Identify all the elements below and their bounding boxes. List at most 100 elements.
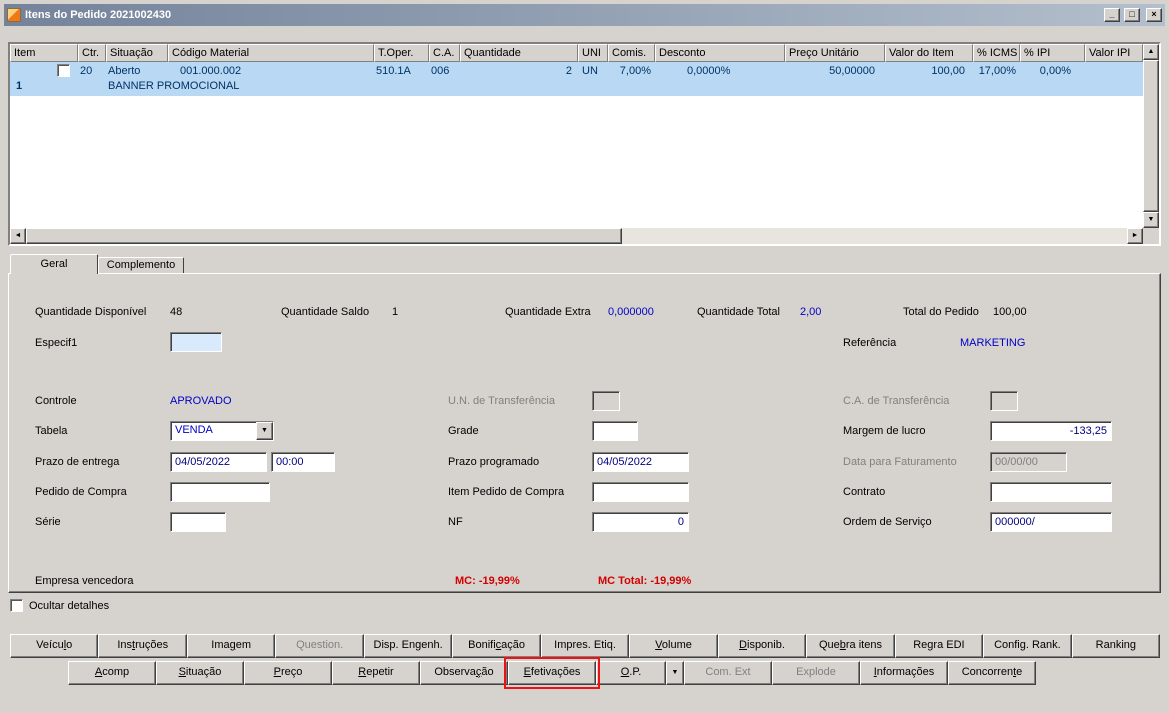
item-pedido-de-compra-field[interactable] [592, 482, 689, 502]
horizontal-scroll-thumb[interactable] [26, 228, 622, 244]
chevron-down-icon[interactable]: ▼ [256, 422, 273, 440]
prazo-programado-field[interactable] [592, 452, 689, 472]
label-data-para-faturamento: Data para Faturamento [843, 456, 957, 468]
prazo-de-entrega-date-field[interactable] [170, 452, 267, 472]
instrucoes-button[interactable]: Instruções [98, 634, 187, 658]
value-quantidade-disponivel: 48 [170, 306, 183, 318]
col-header-quantidade[interactable]: Quantidade [460, 44, 578, 62]
col-header-ipi[interactable]: % IPI [1020, 44, 1085, 62]
config-rank-button[interactable]: Config. Rank. [983, 634, 1072, 658]
label-tabela: Tabela [35, 425, 68, 437]
cell-item-number: 1 [16, 80, 23, 92]
disp-engenh-button[interactable]: Disp. Engenh. [363, 634, 453, 658]
app-icon[interactable] [7, 8, 21, 22]
prazo-de-entrega-time-field[interactable] [271, 452, 335, 472]
ranking-button[interactable]: Ranking [1071, 634, 1161, 658]
scroll-down-icon[interactable]: ▼ [1143, 212, 1159, 228]
especif1-field[interactable] [170, 332, 222, 352]
explode-button: Explode [772, 661, 860, 685]
pedido-de-compra-field[interactable] [170, 482, 270, 502]
col-header-ca[interactable]: C.A. [429, 44, 460, 62]
col-header-codigo-material[interactable]: Código Material [168, 44, 374, 62]
label-quantidade-extra: Quantidade Extra [505, 306, 591, 318]
col-header-uni[interactable]: UNI [578, 44, 608, 62]
titlebar: Itens do Pedido 2021002430 _ □ × [4, 4, 1165, 26]
com-ext-button: Com. Ext [684, 661, 772, 685]
item-checkbox[interactable] [57, 64, 70, 77]
ordem-de-servico-field[interactable] [990, 512, 1112, 532]
col-header-desconto[interactable]: Desconto [655, 44, 785, 62]
cell-ipi: 0,00% [1039, 65, 1071, 77]
label-margem-de-lucro: Margem de lucro [843, 425, 926, 437]
acomp-button[interactable]: Acomp [68, 661, 156, 685]
imagem-button[interactable]: Imagem [186, 634, 276, 658]
op-dropdown-icon[interactable]: ▼ [666, 661, 684, 685]
informacoes-button[interactable]: Informações [860, 661, 948, 685]
tab-geral[interactable]: Geral [10, 254, 98, 274]
cell-quantidade: 2 [565, 65, 572, 77]
col-header-preco-unitario[interactable]: Preço Unitário [785, 44, 885, 62]
minimize-button[interactable]: _ [1104, 8, 1120, 22]
col-header-valor-do-item[interactable]: Valor do Item [885, 44, 973, 62]
volume-button[interactable]: Volume [629, 634, 718, 658]
vertical-scrollbar[interactable]: ▲ ▼ [1143, 44, 1159, 228]
scroll-right-icon[interactable]: ► [1127, 228, 1143, 244]
value-quantidade-saldo: 1 [392, 306, 399, 318]
value-quantidade-total: 2,00 [800, 306, 822, 318]
button-row-1: Veículo Instruções Imagem Question. Disp… [10, 634, 1161, 658]
label-referencia: Referência [843, 337, 897, 349]
label-prazo-programado: Prazo programado [448, 456, 540, 468]
regra-edi-button[interactable]: Regra EDI [894, 634, 984, 658]
repetir-button[interactable]: Repetir [332, 661, 420, 685]
items-grid: Item Ctr. Situação Código Material T.Ope… [8, 42, 1161, 246]
tabela-selected-value: VENDA [175, 424, 213, 436]
tab-complemento[interactable]: Complemento [98, 257, 184, 273]
col-header-situacao[interactable]: Situação [106, 44, 168, 62]
col-header-icms[interactable]: % ICMS [973, 44, 1020, 62]
value-total-do-pedido: 100,00 [993, 306, 1027, 318]
cell-descricao: BANNER PROMOCIONAL [108, 80, 240, 92]
col-header-ctr[interactable]: Ctr. [78, 44, 106, 62]
label-total-do-pedido: Total do Pedido [903, 306, 979, 318]
margem-de-lucro-field[interactable] [990, 421, 1112, 441]
table-row[interactable]: 20 Aberto 001.000.002 510.1A 006 2 UN 7,… [10, 62, 1143, 96]
window-title: Itens do Pedido 2021002430 [25, 9, 172, 21]
quebra-itens-button[interactable]: Quebra itens [806, 634, 895, 658]
label-ca-transferencia: C.A. de Transferência [843, 395, 950, 407]
scroll-left-icon[interactable]: ◄ [10, 228, 26, 244]
label-quantidade-disponivel: Quantidade Disponível [35, 306, 147, 318]
bonificacao-button[interactable]: Bonificação [452, 634, 541, 658]
cell-preco-unitario: 50,00000 [829, 65, 875, 77]
veiculo-button[interactable]: Veículo [10, 634, 99, 658]
tabela-combobox[interactable]: VENDA ▼ [170, 421, 274, 441]
scroll-up-icon[interactable]: ▲ [1143, 44, 1159, 60]
nf-field[interactable] [592, 512, 689, 532]
vertical-scroll-thumb[interactable] [1143, 60, 1159, 212]
efetivacoes-button[interactable]: Efetivações [508, 661, 596, 685]
contrato-field[interactable] [990, 482, 1112, 502]
maximize-button[interactable]: □ [1124, 8, 1140, 22]
serie-field[interactable] [170, 512, 226, 532]
concorrente-button[interactable]: Concorrente [948, 661, 1036, 685]
ocultar-detalhes-checkbox[interactable]: Ocultar detalhes [10, 599, 109, 612]
label-un-transferencia: U.N. de Transferência [448, 395, 555, 407]
close-button[interactable]: × [1146, 8, 1162, 22]
grade-field[interactable] [592, 421, 638, 441]
col-header-t-oper[interactable]: T.Oper. [374, 44, 429, 62]
checkbox-icon[interactable] [10, 599, 23, 612]
observacao-button[interactable]: Observação [420, 661, 508, 685]
col-header-comis[interactable]: Comis. [608, 44, 655, 62]
button-row-2: Acomp Situação Preço Repetir Observação … [68, 661, 1036, 685]
label-empresa-vencedora: Empresa vencedora [35, 575, 134, 587]
ocultar-detalhes-label: Ocultar detalhes [29, 599, 110, 612]
label-item-pedido-de-compra: Item Pedido de Compra [448, 486, 565, 498]
situacao-button[interactable]: Situação [156, 661, 244, 685]
col-header-valor-ipi[interactable]: Valor IPI [1085, 44, 1143, 62]
label-serie: Série [35, 516, 61, 528]
col-header-item[interactable]: Item [10, 44, 78, 62]
preco-button[interactable]: Preço [244, 661, 332, 685]
op-button[interactable]: O.P. [596, 661, 666, 685]
impres-etiq-button[interactable]: Impres. Etiq. [540, 634, 630, 658]
disponib-button[interactable]: Disponib. [717, 634, 807, 658]
horizontal-scrollbar[interactable]: ◄ ► [10, 228, 1143, 244]
